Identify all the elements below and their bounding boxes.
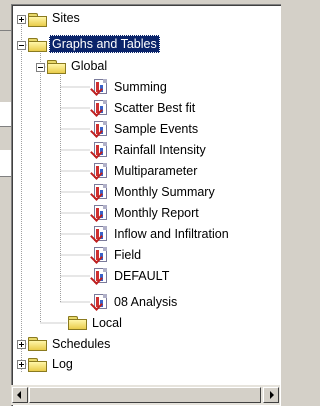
tree-item-global[interactable]: Global: [68, 57, 110, 75]
tree-item-graphs-and-tables[interactable]: Graphs and Tables: [49, 35, 160, 53]
tree-item-schedules[interactable]: Schedules: [49, 335, 113, 353]
report-chart-icon: [90, 120, 109, 138]
arrow-right-icon: [270, 391, 274, 399]
report-chart-icon: [90, 225, 109, 243]
tree-item-report[interactable]: Rainfall Intensity: [111, 141, 209, 159]
tree-view[interactable]: Sites Graphs and Tables Global Summing S…: [11, 4, 281, 406]
tree-item-log[interactable]: Log: [49, 355, 76, 373]
expand-toggle-log[interactable]: [17, 360, 26, 369]
report-chart-icon: [90, 141, 109, 159]
report-chart-icon: [90, 183, 109, 201]
report-chart-icon: [90, 293, 109, 311]
tree-item-report[interactable]: Multiparameter: [111, 162, 200, 180]
report-chart-icon: [90, 78, 109, 96]
folder-icon: [28, 11, 48, 27]
open-folder-icon: [28, 36, 48, 52]
collapse-toggle-graphs-and-tables[interactable]: [17, 41, 26, 50]
collapse-toggle-global[interactable]: [36, 63, 45, 72]
tree-item-sites[interactable]: Sites: [49, 9, 83, 27]
tree-item-report[interactable]: Summing: [111, 78, 170, 96]
tree-item-report[interactable]: Inflow and Infiltration: [111, 225, 232, 243]
report-chart-icon: [90, 204, 109, 222]
tree-item-report[interactable]: Monthly Summary: [111, 183, 218, 201]
tree-item-report[interactable]: DEFAULT: [111, 267, 172, 285]
arrow-left-icon: [17, 391, 21, 399]
expand-toggle-sites[interactable]: [17, 15, 26, 24]
report-chart-icon: [90, 99, 109, 117]
tree-item-report[interactable]: Sample Events: [111, 120, 201, 138]
folder-icon: [28, 356, 48, 372]
expand-toggle-schedules[interactable]: [17, 340, 26, 349]
scroll-right-button[interactable]: [263, 387, 279, 403]
report-chart-icon: [90, 162, 109, 180]
scroll-left-button[interactable]: [12, 387, 28, 403]
folder-icon: [68, 314, 88, 330]
open-folder-icon: [47, 58, 67, 74]
tree-item-report[interactable]: Monthly Report: [111, 204, 202, 222]
scrollbar-thumb[interactable]: [29, 387, 261, 403]
tree-item-report[interactable]: Field: [111, 246, 144, 264]
horizontal-scrollbar[interactable]: [11, 385, 280, 405]
tree-item-report[interactable]: Scatter Best fit: [111, 99, 198, 117]
report-chart-icon: [90, 246, 109, 264]
folder-icon: [28, 335, 48, 351]
tree-item-local[interactable]: Local: [89, 314, 125, 332]
report-chart-icon: [90, 267, 109, 285]
tree-item-report[interactable]: 08 Analysis: [111, 293, 180, 311]
